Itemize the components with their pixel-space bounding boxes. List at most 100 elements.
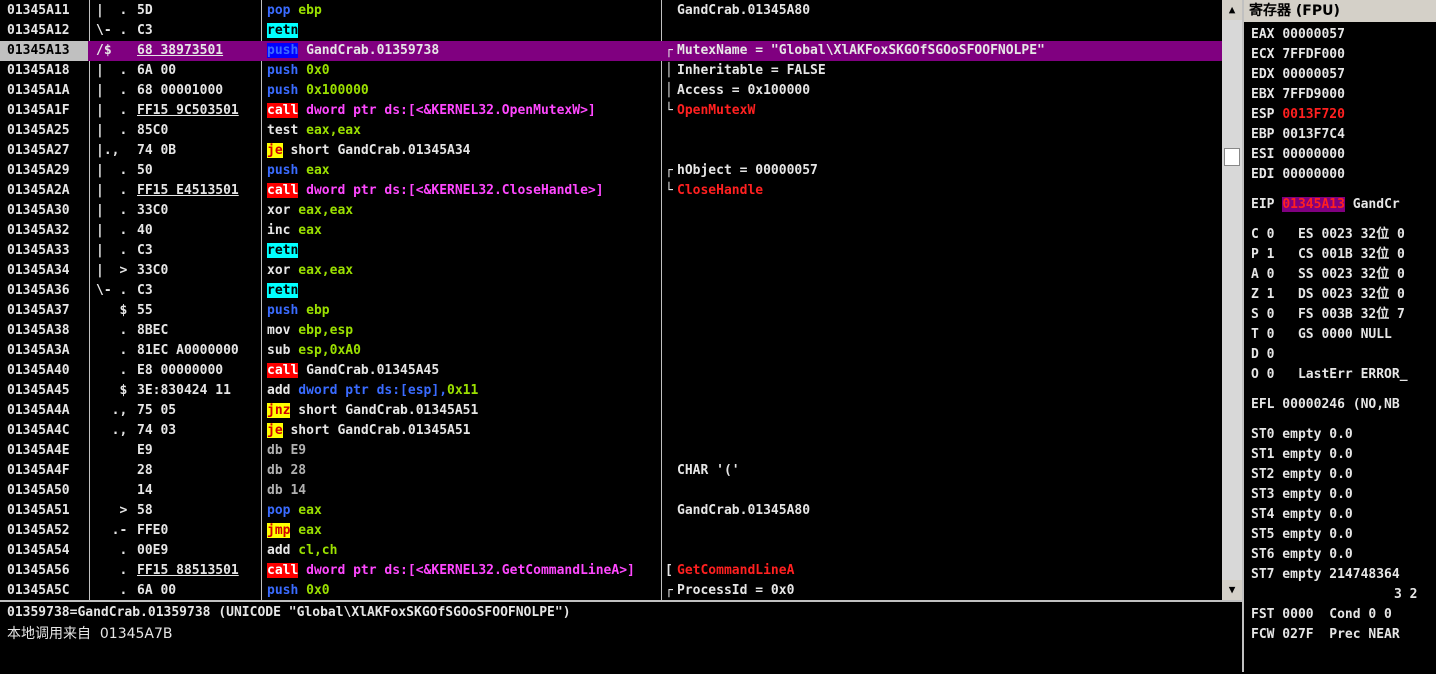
flag-segment-row[interactable]: T 0 GS 0000 NULL <box>1251 325 1392 345</box>
instruction-text[interactable]: inc eax <box>267 221 659 241</box>
register-esp[interactable]: ESP 0013F720 <box>1251 105 1345 125</box>
instruction-text[interactable]: db 14 <box>267 481 659 501</box>
instruction-address[interactable]: 01345A5C <box>0 581 88 600</box>
instruction-address[interactable]: 01345A1F <box>0 101 88 121</box>
instruction-address[interactable]: 01345A37 <box>0 301 88 321</box>
instruction-address[interactable]: 01345A38 <box>0 321 88 341</box>
instruction-address[interactable]: 01345A4E <box>0 441 88 461</box>
instruction-address[interactable]: 01345A52 <box>0 521 88 541</box>
flag-segment-row[interactable]: P 1 CS 001B 32位 0 <box>1251 245 1405 265</box>
flag-segment-row[interactable]: S 0 FS 003B 32位 7 <box>1251 305 1405 325</box>
instruction-text[interactable]: jnz short GandCrab.01345A51 <box>267 401 659 421</box>
instruction-text[interactable]: xor eax,eax <box>267 261 659 281</box>
instruction-text[interactable]: je short GandCrab.01345A51 <box>267 421 659 441</box>
disasm-row[interactable]: 01345A3A . 81EC A0000000 sub esp,0xA0 <box>0 341 1222 361</box>
disasm-row[interactable]: 01345A51 >58 pop eax GandCrab.01345A80 <box>0 501 1222 521</box>
flag-segment-row[interactable]: O 0 LastErr ERROR_ <box>1251 365 1408 385</box>
instruction-address[interactable]: 01345A18 <box>0 61 88 81</box>
instruction-address[interactable]: 01345A4F <box>0 461 88 481</box>
register-edx[interactable]: EDX 00000057 <box>1251 65 1345 85</box>
fpu-st-register[interactable]: ST2 empty 0.0 <box>1251 465 1353 485</box>
instruction-address[interactable]: 01345A29 <box>0 161 88 181</box>
flag-segment-row[interactable]: D 0 <box>1251 345 1274 365</box>
fpu-st-register[interactable]: ST0 empty 0.0 <box>1251 425 1353 445</box>
instruction-address[interactable]: 01345A32 <box>0 221 88 241</box>
register-value[interactable]: 00000000 <box>1282 167 1345 182</box>
register-edi[interactable]: EDI 00000000 <box>1251 165 1345 185</box>
instruction-address[interactable]: 01345A27 <box>0 141 88 161</box>
instruction-address[interactable]: 01345A30 <box>0 201 88 221</box>
instruction-address[interactable]: 01345A33 <box>0 241 88 261</box>
instruction-address[interactable]: 01345A56 <box>0 561 88 581</box>
instruction-address[interactable]: 01345A4C <box>0 421 88 441</box>
instruction-address[interactable]: 01345A2A <box>0 181 88 201</box>
disasm-row[interactable]: 01345A37 $55 push ebp <box>0 301 1222 321</box>
disasm-row[interactable]: 01345A13 /$ 68 38973501 push GandCrab.01359… <box>0 41 1222 61</box>
instruction-address[interactable]: 01345A25 <box>0 121 88 141</box>
instruction-address[interactable]: 01345A36 <box>0 281 88 301</box>
instruction-text[interactable]: push 0x100000 <box>267 81 659 101</box>
instruction-text[interactable]: sub esp,0xA0 <box>267 341 659 361</box>
instruction-text[interactable]: je short GandCrab.01345A34 <box>267 141 659 161</box>
register-ebp[interactable]: EBP 0013F7C4 <box>1251 125 1345 145</box>
instruction-address[interactable]: 01345A4A <box>0 401 88 421</box>
instruction-text[interactable]: push GandCrab.01359738 <box>267 41 659 61</box>
registers-pane[interactable]: 寄存器 (FPU) EAX 00000057 ECX 7FFDF000 EDX 00… <box>1242 0 1436 672</box>
instruction-address[interactable]: 01345A51 <box>0 501 88 521</box>
instruction-address[interactable]: 01345A3A <box>0 341 88 361</box>
disasm-row[interactable]: 01345A54 . 00E9 add cl,ch <box>0 541 1222 561</box>
disasm-row[interactable]: 01345A29 | . 50 push eax ┌ hObject = 00000057 <box>0 161 1222 181</box>
instruction-address[interactable]: 01345A45 <box>0 381 88 401</box>
registers-title[interactable]: 寄存器 (FPU) <box>1244 0 1436 22</box>
disasm-row[interactable]: 01345A2A | . FF15 E4513501 call dword ptr d… <box>0 181 1222 201</box>
register-ecx[interactable]: ECX 7FFDF000 <box>1251 45 1345 65</box>
instruction-text[interactable]: test eax,eax <box>267 121 659 141</box>
instruction-text[interactable]: call dword ptr ds:[<&KERNEL32.GetCommand… <box>267 561 659 581</box>
instruction-text[interactable]: call GandCrab.01345A45 <box>267 361 659 381</box>
flag-segment-row[interactable]: A 0 SS 0023 32位 0 <box>1251 265 1405 285</box>
register-value[interactable]: 00000000 <box>1282 147 1345 162</box>
disasm-row[interactable]: 01345A32 | . 40 inc eax <box>0 221 1222 241</box>
instruction-address[interactable]: 01345A11 <box>0 1 88 21</box>
fpu-st-register[interactable]: ST1 empty 0.0 <box>1251 445 1353 465</box>
disasm-row[interactable]: 01345A56 . FF15 88513501 call dword ptr ds… <box>0 561 1222 581</box>
fpu-st-register[interactable]: ST3 empty 0.0 <box>1251 485 1353 505</box>
disasm-row[interactable]: 01345A4C ., 74 03 je short GandCrab.01345A… <box>0 421 1222 441</box>
disasm-row[interactable]: 01345A52 .- FFE0 jmp eax <box>0 521 1222 541</box>
disasm-row[interactable]: 01345A30 | . 33C0 xor eax,eax <box>0 201 1222 221</box>
instruction-text[interactable]: call dword ptr ds:[<&KERNEL32.CloseHandl… <box>267 181 659 201</box>
flag-segment-row[interactable]: Z 1 DS 0023 32位 0 <box>1251 285 1405 305</box>
instruction-text[interactable]: retn <box>267 281 659 301</box>
scroll-up-arrow-icon[interactable]: ▲ <box>1222 0 1242 20</box>
disasm-row[interactable]: 01345A12 \- . C3 retn <box>0 21 1222 41</box>
eflags-row[interactable]: EFL 00000246 (NO,NB <box>1251 395 1400 415</box>
instruction-text[interactable]: retn <box>267 21 659 41</box>
disasm-row[interactable]: 01345A45 $3E:830424 11 add dword ptr ds:[… <box>0 381 1222 401</box>
disasm-row[interactable]: 01345A33 | . C3 retn <box>0 241 1222 261</box>
disasm-row[interactable]: 01345A4A ., 75 05 jnz short GandCrab.01345… <box>0 401 1222 421</box>
fpu-st-register[interactable]: ST6 empty 0.0 <box>1251 545 1353 565</box>
disasm-row[interactable]: 01345A25 | . 85C0 test eax,eax <box>0 121 1222 141</box>
register-value[interactable]: 0013F7C4 <box>1282 127 1345 142</box>
disasm-row[interactable]: 01345A5C . 6A 00 push 0x0 ┌ ProcessId = 0x0 <box>0 581 1222 600</box>
disasm-row[interactable]: 01345A40 . E8 00000000 call GandCrab.01345… <box>0 361 1222 381</box>
instruction-text[interactable]: add dword ptr ds:[esp],0x11 <box>267 381 659 401</box>
register-esi[interactable]: ESI 00000000 <box>1251 145 1345 165</box>
register-value[interactable]: 00000057 <box>1282 27 1345 42</box>
register-value[interactable]: 01345A13 <box>1282 197 1345 212</box>
instruction-address[interactable]: 01345A13 <box>0 41 88 61</box>
instruction-text[interactable]: mov ebp,esp <box>267 321 659 341</box>
instruction-address[interactable]: 01345A34 <box>0 261 88 281</box>
instruction-text[interactable]: push eax <box>267 161 659 181</box>
instruction-text[interactable]: db E9 <box>267 441 659 461</box>
instruction-text[interactable]: jmp eax <box>267 521 659 541</box>
instruction-address[interactable]: 01345A54 <box>0 541 88 561</box>
fpu-st-register[interactable]: ST4 empty 0.0 <box>1251 505 1353 525</box>
flag-segment-row[interactable]: C 0 ES 0023 32位 0 <box>1251 225 1405 245</box>
disassembly-pane[interactable]: 01345A11 | . 5D pop ebp GandCrab.01345A80 013… <box>0 0 1222 600</box>
instruction-text[interactable]: push 0x0 <box>267 61 659 81</box>
fpu-control-word[interactable]: FCW 027F Prec NEAR <box>1251 625 1400 645</box>
register-value[interactable]: 7FFD9000 <box>1282 87 1345 102</box>
instruction-text[interactable]: add cl,ch <box>267 541 659 561</box>
instruction-address[interactable]: 01345A1A <box>0 81 88 101</box>
